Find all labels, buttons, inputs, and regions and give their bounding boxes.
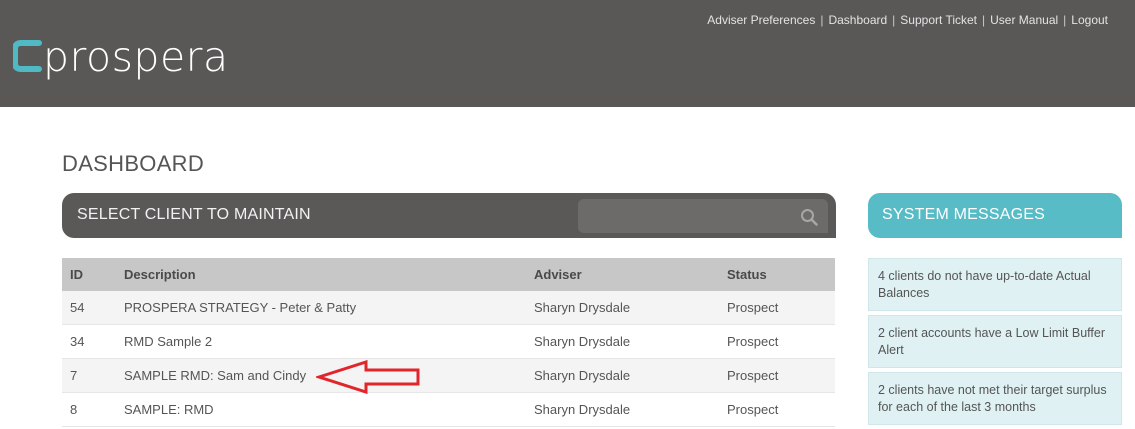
client-table: ID Description Adviser Status 54 PROSPER… xyxy=(62,258,835,427)
nav-support-ticket[interactable]: Support Ticket xyxy=(900,13,977,27)
table-header-row: ID Description Adviser Status xyxy=(62,258,835,291)
table-row[interactable]: 54 PROSPERA STRATEGY - Peter & Patty Sha… xyxy=(62,291,835,325)
nav-user-manual[interactable]: User Manual xyxy=(990,13,1058,27)
cell-status: Prospect xyxy=(719,324,835,359)
system-message-item[interactable]: 4 clients do not have up-to-date Actual … xyxy=(868,258,1122,311)
cell-id: 34 xyxy=(62,324,116,359)
nav-logout[interactable]: Logout xyxy=(1071,13,1108,27)
search-icon[interactable] xyxy=(800,208,818,226)
system-message-item[interactable]: 2 client accounts have a Low Limit Buffe… xyxy=(868,315,1122,368)
client-search-box xyxy=(578,199,828,233)
cell-status: Prospect xyxy=(719,358,835,393)
table-row[interactable]: 7 SAMPLE RMD: Sam and Cindy Sharyn Drysd… xyxy=(62,358,835,393)
cell-id: 8 xyxy=(62,392,116,427)
client-panel-title: SELECT CLIENT TO MAINTAIN xyxy=(77,206,311,223)
system-messages-header: SYSTEM MESSAGES xyxy=(868,193,1122,238)
nav-dashboard[interactable]: Dashboard xyxy=(828,13,887,27)
cell-adviser: Sharyn Drysdale xyxy=(526,324,719,359)
cell-adviser: Sharyn Drysdale xyxy=(526,392,719,427)
nav-adviser-preferences[interactable]: Adviser Preferences xyxy=(707,13,815,27)
app-header: prospera Adviser Preferences | Dashboard | S… xyxy=(0,0,1135,107)
cell-status: Prospect xyxy=(719,291,835,325)
system-messages-list: 4 clients do not have up-to-date Actual … xyxy=(868,258,1122,429)
client-panel-header: SELECT CLIENT TO MAINTAIN xyxy=(62,193,836,238)
cell-status: Prospect xyxy=(719,392,835,427)
column-header-adviser[interactable]: Adviser xyxy=(526,258,719,291)
arrow-left-icon xyxy=(316,360,420,394)
top-navigation: Adviser Preferences | Dashboard | Support Ti… xyxy=(707,13,1108,27)
column-header-status[interactable]: Status xyxy=(719,258,835,291)
client-search-input[interactable] xyxy=(578,199,808,233)
page-title: DASHBOARD xyxy=(62,151,205,176)
svg-text:prospera: prospera xyxy=(43,33,229,81)
cell-description[interactable]: PROSPERA STRATEGY - Peter & Patty xyxy=(116,291,526,325)
prospera-logo[interactable]: prospera xyxy=(13,33,259,85)
column-header-description[interactable]: Description xyxy=(116,258,526,291)
cell-id: 7 xyxy=(62,358,116,393)
cell-description[interactable]: RMD Sample 2 xyxy=(116,324,526,359)
cell-adviser: Sharyn Drysdale xyxy=(526,358,719,393)
table-row[interactable]: 8 SAMPLE: RMD Sharyn Drysdale Prospect xyxy=(62,392,835,427)
system-messages-title: SYSTEM MESSAGES xyxy=(882,206,1046,223)
cell-id: 54 xyxy=(62,291,116,325)
column-header-id[interactable]: ID xyxy=(62,258,116,291)
cell-adviser: Sharyn Drysdale xyxy=(526,291,719,325)
table-row[interactable]: 34 RMD Sample 2 Sharyn Drysdale Prospect xyxy=(62,324,835,359)
cell-description[interactable]: SAMPLE: RMD xyxy=(116,392,526,427)
system-message-item[interactable]: 2 clients have not met their target surp… xyxy=(868,372,1122,425)
